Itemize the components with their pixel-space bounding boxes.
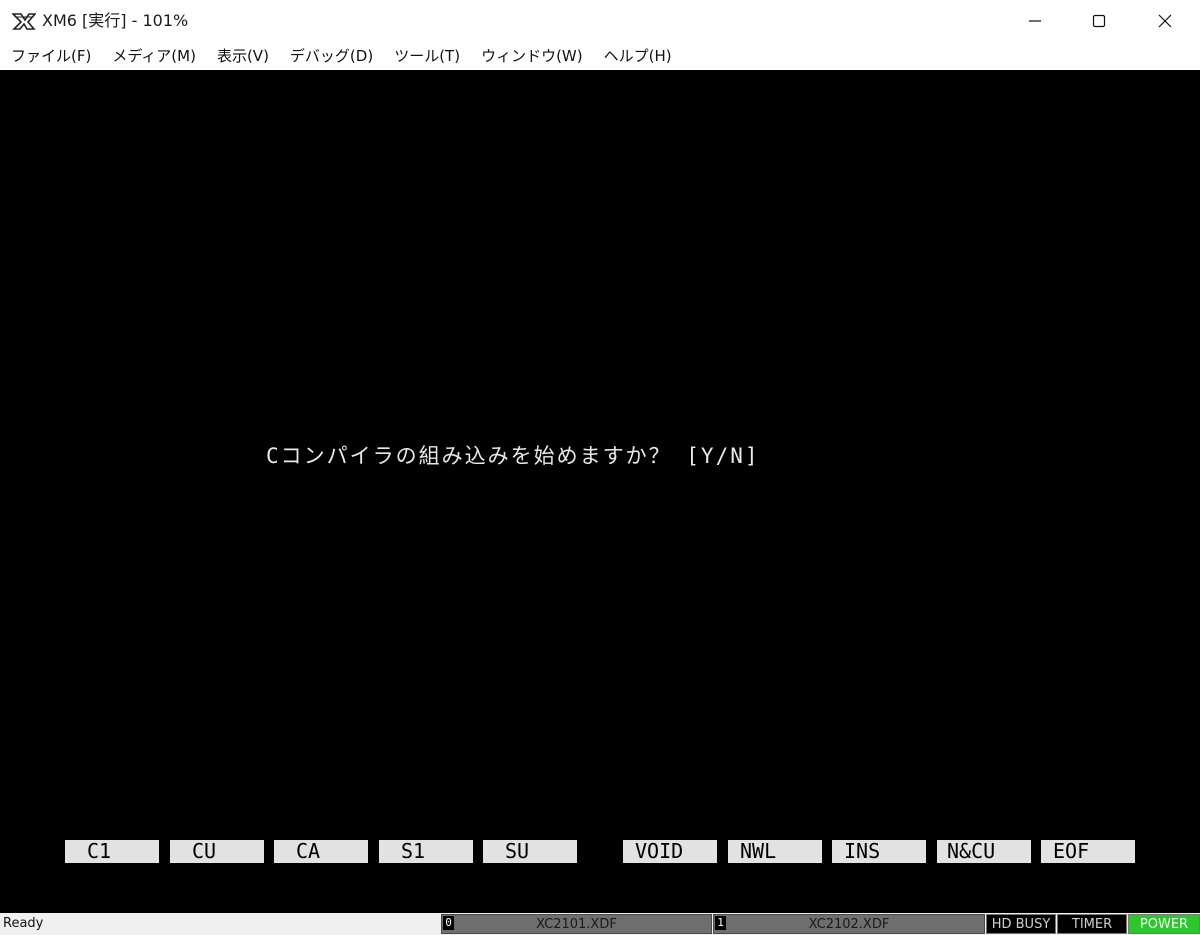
hd-busy-indicator: HD BUSY [986, 914, 1056, 934]
xm6-logo-icon[interactable] [12, 11, 36, 31]
drive-1-slot[interactable]: 1 XC2102.XDF [713, 914, 985, 934]
menu-debug[interactable]: デバッグ(D) [279, 42, 383, 70]
emulator-screen[interactable]: Cコンパイラの組み込みを始めますか？ [Y/N] C1 CU CA S1 SU … [0, 70, 1200, 913]
window-title: XM6 [実行] - 101% [42, 11, 189, 30]
menu-help[interactable]: ヘルプ(H) [593, 42, 682, 70]
fkey-ca[interactable]: CA [274, 840, 368, 863]
power-indicator: POWER [1128, 914, 1200, 934]
fkey-ncu[interactable]: N&CU [937, 840, 1031, 863]
fkey-cu[interactable]: CU [170, 840, 264, 863]
drive-0-slot[interactable]: 0 XC2101.XDF [441, 914, 712, 934]
fkey-s1[interactable]: S1 [379, 840, 473, 863]
maximize-icon [1092, 14, 1106, 28]
timer-indicator: TIMER [1057, 914, 1127, 934]
title-bar: XM6 [実行] - 101% [0, 0, 1200, 42]
install-prompt: Cコンパイラの組み込みを始めますか？ [Y/N] [266, 444, 760, 468]
fkey-eof[interactable]: EOF [1041, 840, 1135, 863]
minimize-button[interactable] [1002, 0, 1068, 42]
fkey-void[interactable]: VOID [623, 840, 717, 863]
menu-file[interactable]: ファイル(F) [0, 42, 101, 70]
minimize-icon [1029, 20, 1041, 22]
function-key-bar: C1 CU CA S1 SU VOID NWL INS N&CU EOF [0, 840, 1200, 864]
close-icon [1158, 14, 1172, 28]
maximize-button[interactable] [1066, 0, 1132, 42]
fkey-ins[interactable]: INS [832, 840, 926, 863]
menu-view[interactable]: 表示(V) [206, 42, 279, 70]
drive-0-file: XC2101.XDF [536, 917, 617, 932]
drive-1-file: XC2102.XDF [808, 917, 890, 932]
menu-bar: ファイル(F) メディア(M) 表示(V) デバッグ(D) ツール(T) ウィン… [0, 42, 1200, 70]
menu-tools[interactable]: ツール(T) [383, 42, 470, 70]
status-text: Ready [3, 916, 44, 931]
menu-media[interactable]: メディア(M) [101, 42, 206, 70]
fkey-nwl[interactable]: NWL [728, 840, 822, 863]
fkey-c1[interactable]: C1 [65, 840, 159, 863]
close-button[interactable] [1132, 0, 1198, 42]
fkey-su[interactable]: SU [483, 840, 577, 863]
menu-window[interactable]: ウィンドウ(W) [470, 42, 593, 70]
status-bar: Ready 0 XC2101.XDF 1 XC2102.XDF HD BUSY … [0, 913, 1200, 935]
